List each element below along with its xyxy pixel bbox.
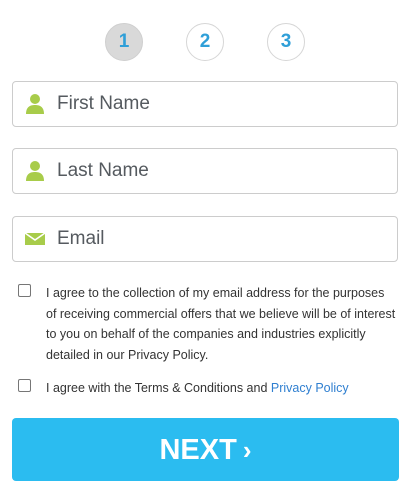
terms-consent-checkbox[interactable]: [18, 379, 31, 392]
step-indicator: 1 2 3: [0, 23, 410, 61]
envelope-icon: [24, 228, 46, 250]
email-input[interactable]: [57, 217, 387, 261]
first-name-field[interactable]: [12, 81, 398, 127]
user-icon: [24, 93, 46, 115]
marketing-consent-text: I agree to the collection of my email ad…: [46, 286, 396, 362]
chevron-right-icon: ›: [242, 435, 252, 465]
terms-consent-label: I agree with the Terms & Conditions and: [46, 381, 271, 395]
marketing-consent-checkbox[interactable]: [18, 284, 31, 297]
first-name-input[interactable]: [57, 82, 387, 126]
step-1: 1: [105, 23, 143, 61]
step-3: 3: [267, 23, 305, 61]
next-button-label: NEXT: [159, 434, 237, 466]
terms-consent-text: I agree with the Terms & Conditions and …: [46, 378, 396, 399]
privacy-policy-link[interactable]: Privacy Policy: [271, 381, 349, 395]
user-icon: [24, 160, 46, 182]
last-name-input[interactable]: [57, 149, 387, 193]
step-2: 2: [186, 23, 224, 61]
email-field[interactable]: [12, 216, 398, 262]
last-name-field[interactable]: [12, 148, 398, 194]
next-button[interactable]: NEXT ›: [12, 418, 399, 481]
